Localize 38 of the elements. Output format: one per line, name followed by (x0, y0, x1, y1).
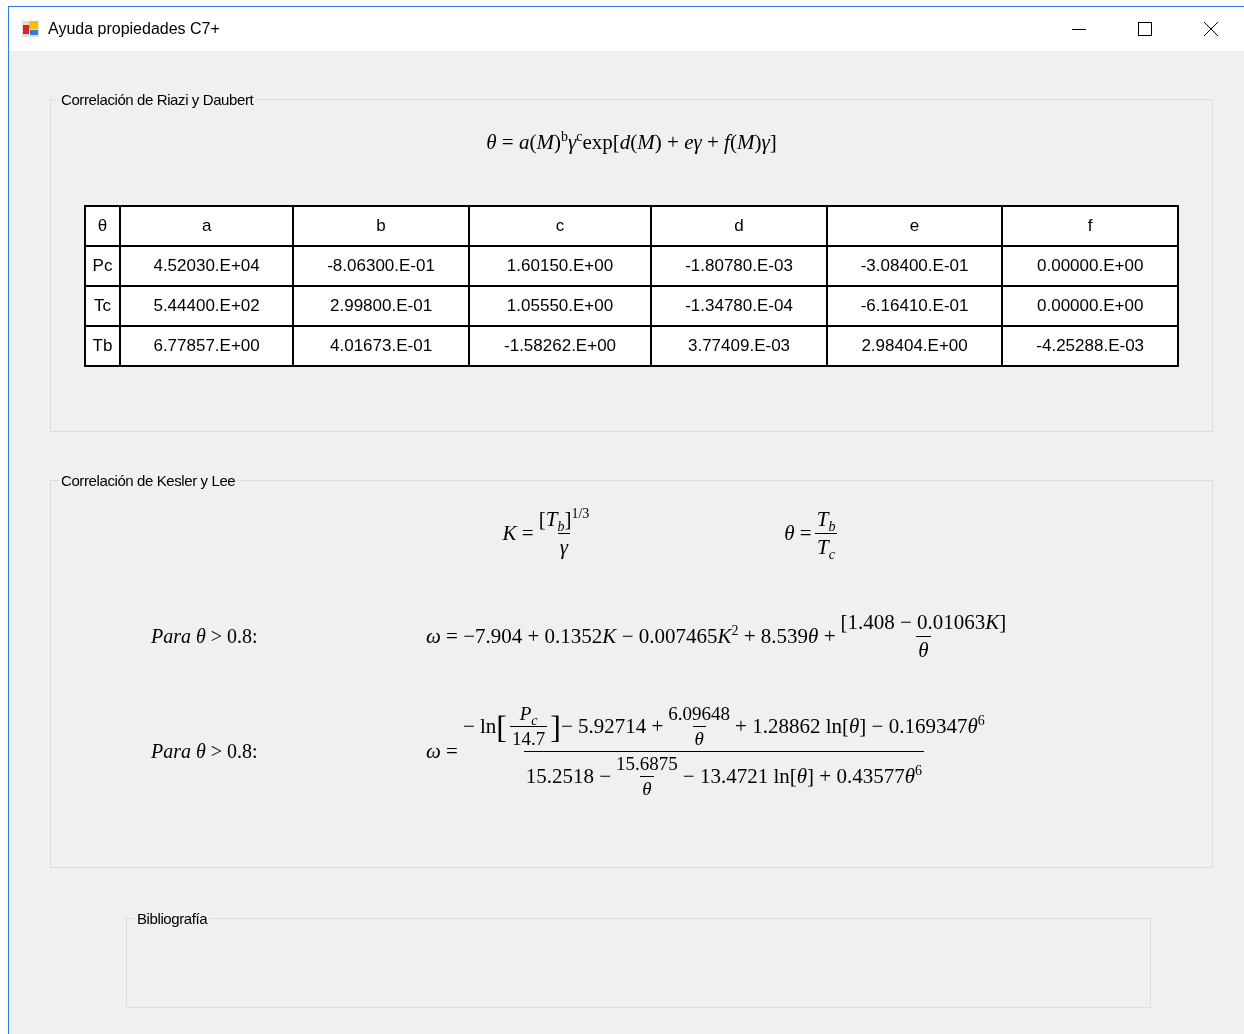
column-header: b (293, 206, 469, 246)
table-cell: -4.25288.E-03 (1002, 326, 1178, 366)
table-cell: 1.05550.E+00 (468, 286, 652, 326)
table-cell: Pc (85, 246, 120, 286)
table-cell: -6.16410.E-01 (826, 286, 1003, 326)
column-header: a (119, 206, 294, 246)
column-header: d (651, 206, 827, 246)
group-title: Correlación de Kesler y Lee (60, 472, 237, 489)
formula: θ = a(M)$^{b}$γ$^{c}$exp[d(M) + eγ + f(M)γ] (486, 130, 777, 155)
table-cell: 4.01673.E-01 (293, 326, 469, 366)
group-title: Bibliografía (136, 910, 209, 927)
table-cell: Tc (85, 286, 120, 326)
column-header: c (468, 206, 652, 246)
table-cell: 2.99800.E-01 (293, 286, 469, 326)
table-cell: 4.52030.E+04 (119, 246, 294, 286)
column-header: f (1002, 206, 1178, 246)
table-cell: 0.00000.E+00 (1002, 286, 1178, 326)
column-header: θ (85, 206, 120, 246)
table-cell: 1.60150.E+00 (468, 246, 652, 286)
table-cell: -1.58262.E+00 (468, 326, 652, 366)
table-cell: 5.44400.E+02 (119, 286, 294, 326)
table-cell: -8.06300.E-01 (293, 246, 469, 286)
table-cell: 2.98404.E+00 (826, 326, 1003, 366)
condition-label: Para θ > 0.8: (151, 740, 259, 763)
table-cell: -1.80780.E-03 (651, 246, 827, 286)
group-title: Correlación de Riazi y Daubert (60, 91, 255, 108)
table-cell: 3.77409.E-03 (651, 326, 827, 366)
table-cell: Tb (85, 326, 120, 366)
formula: ω = −7.904 + 0.1352K − 0.007465K$^{2}$ + 8.539θ + [1.408 − 0.01063K] θ (426, 610, 1008, 663)
condition-label: Para θ > 0.8: (151, 625, 259, 648)
table-cell: -1.34780.E-04 (651, 286, 827, 326)
table-cell: 6.77857.E+00 (119, 326, 294, 366)
table-cell: 0.00000.E+00 (1002, 246, 1178, 286)
column-header: e (826, 206, 1003, 246)
window-title: Ayuda propiedades C7+ (48, 20, 221, 38)
formula: K = [T$_{b}$]$^{1/3}$ γ (502, 507, 591, 560)
app-icon (22, 20, 40, 38)
table-cell: -3.08400.E-01 (826, 246, 1003, 286)
